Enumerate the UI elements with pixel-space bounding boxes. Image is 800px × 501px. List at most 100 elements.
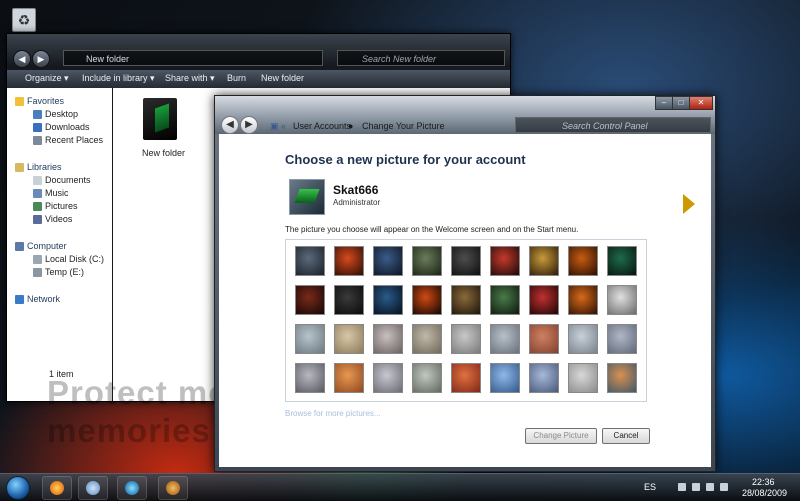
share-with-button[interactable]: Share with ▾ xyxy=(165,73,215,84)
include-in-library-button[interactable]: Include in library ▾ xyxy=(82,73,155,84)
sidebar-item-desktop[interactable]: Desktop xyxy=(45,109,78,119)
breadcrumb-user-accounts[interactable]: User Accounts xyxy=(293,121,351,131)
picture-tile[interactable] xyxy=(373,363,403,393)
folder-icon[interactable] xyxy=(143,98,177,140)
picture-tile[interactable] xyxy=(334,285,364,315)
picture-tile[interactable] xyxy=(490,363,520,393)
page-title: Choose a new picture for your account xyxy=(285,152,526,167)
picture-tile[interactable] xyxy=(373,324,403,354)
picture-tile[interactable] xyxy=(490,246,520,276)
picture-tile[interactable] xyxy=(529,324,559,354)
downloads-icon xyxy=(33,123,42,132)
clock-time[interactable]: 22:36 xyxy=(752,477,775,487)
picture-tile[interactable] xyxy=(529,285,559,315)
taskbar-app-button[interactable] xyxy=(158,476,188,500)
burn-button[interactable]: Burn xyxy=(227,73,246,83)
picture-tile[interactable] xyxy=(568,246,598,276)
picture-tile[interactable] xyxy=(529,363,559,393)
sidebar-item-recent-places[interactable]: Recent Places xyxy=(45,135,103,145)
folder-name[interactable]: New folder xyxy=(142,148,185,158)
organize-button[interactable]: Organize ▾ xyxy=(25,73,69,84)
desktop-icon xyxy=(33,110,42,119)
picture-tile[interactable] xyxy=(607,363,637,393)
computer-icon xyxy=(15,242,24,251)
language-indicator[interactable]: ES xyxy=(644,482,656,492)
tray-volume-icon[interactable] xyxy=(706,483,714,491)
picture-tile[interactable] xyxy=(451,285,481,315)
picture-tile[interactable] xyxy=(568,324,598,354)
close-button[interactable]: ✕ xyxy=(689,96,713,110)
picture-tile[interactable] xyxy=(451,246,481,276)
recycle-bin-icon[interactable]: ♻ xyxy=(12,8,36,32)
forward-button[interactable]: ▶ xyxy=(32,50,50,68)
back-button[interactable]: ◀ xyxy=(221,116,239,134)
back-button[interactable]: ◀ xyxy=(13,50,31,68)
forward-button[interactable]: ▶ xyxy=(240,116,258,134)
computer-header[interactable]: Computer xyxy=(27,241,67,251)
network-header[interactable]: Network xyxy=(27,294,60,304)
picture-tile[interactable] xyxy=(295,285,325,315)
tray-power-icon[interactable] xyxy=(720,483,728,491)
clock-date[interactable]: 28/08/2009 xyxy=(742,488,787,498)
sidebar-item-local-disk[interactable]: Local Disk (C:) xyxy=(45,254,104,264)
browse-more-pictures-link[interactable]: Browse for more pictures... xyxy=(285,409,381,418)
change-picture-button[interactable]: Change Picture xyxy=(525,428,597,444)
maximize-button[interactable]: □ xyxy=(672,96,690,110)
sidebar-item-pictures[interactable]: Pictures xyxy=(45,201,78,211)
user-avatar xyxy=(289,179,325,215)
breadcrumb-separator-icon[interactable]: ● xyxy=(348,121,353,131)
taskbar: ES 22:36 28/08/2009 xyxy=(0,473,800,501)
picture-tile[interactable] xyxy=(412,324,442,354)
taskbar-explorer-button[interactable] xyxy=(78,476,108,500)
picture-tile[interactable] xyxy=(568,363,598,393)
picture-tile[interactable] xyxy=(334,324,364,354)
picture-tile[interactable] xyxy=(334,363,364,393)
picture-tile[interactable] xyxy=(607,285,637,315)
pictures-icon xyxy=(33,202,42,211)
taskbar-media-player-button[interactable] xyxy=(117,476,147,500)
sidebar-item-documents[interactable]: Documents xyxy=(45,175,91,185)
picture-tile[interactable] xyxy=(490,285,520,315)
new-folder-button[interactable]: New folder xyxy=(261,73,304,83)
taskbar-browser-button[interactable] xyxy=(42,476,72,500)
address-bar[interactable]: New folder xyxy=(63,50,323,66)
picture-tile[interactable] xyxy=(295,363,325,393)
picture-tile[interactable] xyxy=(451,324,481,354)
libraries-icon xyxy=(15,163,24,172)
tray-network-icon[interactable] xyxy=(692,483,700,491)
picture-tile[interactable] xyxy=(373,285,403,315)
picture-tile[interactable] xyxy=(607,246,637,276)
picture-tile[interactable] xyxy=(607,324,637,354)
minimize-button[interactable]: – xyxy=(655,96,673,110)
picture-tile[interactable] xyxy=(412,363,442,393)
picture-tile[interactable] xyxy=(490,324,520,354)
disk-icon xyxy=(33,255,42,264)
picture-grid xyxy=(285,239,647,402)
videos-icon xyxy=(33,215,42,224)
picture-tile[interactable] xyxy=(412,285,442,315)
cancel-button[interactable]: Cancel xyxy=(602,428,650,444)
browser-icon xyxy=(50,481,64,495)
picture-tile[interactable] xyxy=(451,363,481,393)
picture-tile[interactable] xyxy=(529,246,559,276)
picture-tile[interactable] xyxy=(334,246,364,276)
picture-tile[interactable] xyxy=(295,324,325,354)
tray-flag-icon[interactable] xyxy=(678,483,686,491)
libraries-header[interactable]: Libraries xyxy=(27,162,62,172)
favorites-header[interactable]: Favorites xyxy=(27,96,64,106)
sidebar-item-videos[interactable]: Videos xyxy=(45,214,72,224)
picture-tile[interactable] xyxy=(373,246,403,276)
control-panel-search-input[interactable]: Search Control Panel xyxy=(515,117,711,133)
search-input[interactable]: Search New folder xyxy=(337,50,505,66)
breadcrumb-change-your-picture[interactable]: Change Your Picture xyxy=(362,121,445,131)
control-panel-titlebar: – □ ✕ ◀ ▶ ▣ « User Accounts ● Change You… xyxy=(215,96,715,134)
start-button[interactable] xyxy=(6,476,30,500)
picture-tile[interactable] xyxy=(295,246,325,276)
picture-tile[interactable] xyxy=(412,246,442,276)
sidebar-item-downloads[interactable]: Downloads xyxy=(45,122,90,132)
sidebar-item-temp-drive[interactable]: Temp (E:) xyxy=(45,267,84,277)
status-bar-text: 1 item xyxy=(49,369,74,379)
picture-tile[interactable] xyxy=(568,285,598,315)
user-role: Administrator xyxy=(333,198,381,207)
sidebar-item-music[interactable]: Music xyxy=(45,188,69,198)
